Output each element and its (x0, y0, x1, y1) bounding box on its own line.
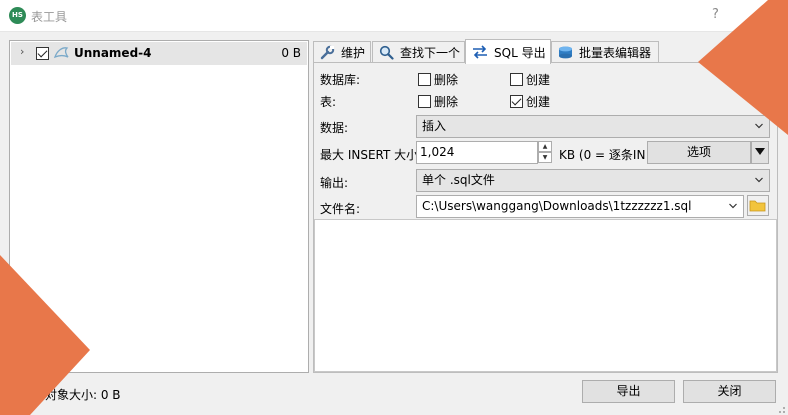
options-dropdown-button[interactable] (751, 141, 769, 164)
max-insert-label: 最大 INSERT 大小 (320, 148, 416, 162)
tab-bulk-table-editor[interactable]: 批量表编辑器 (551, 41, 659, 63)
tree-item-size: 0 B (281, 46, 301, 60)
caret-down-icon (755, 148, 765, 155)
data-label: 数据: (320, 121, 349, 135)
tree-item-checkbox[interactable] (36, 47, 49, 60)
folder-icon (747, 195, 769, 216)
chevron-down-icon (755, 123, 763, 129)
table-label: 表: (320, 95, 337, 109)
chevron-right-icon[interactable]: › (20, 45, 24, 58)
database-drop-checkbox[interactable]: 删除 (418, 71, 458, 88)
checkbox-label: 创建 (526, 95, 551, 109)
checkbox-label: 删除 (434, 73, 459, 87)
close-button[interactable]: 关闭 (683, 380, 776, 403)
output-mode-select[interactable]: 单个 .sql文件 (416, 169, 770, 192)
export-arrows-icon (472, 45, 488, 59)
table-drop-checkbox[interactable]: 删除 (418, 93, 458, 110)
tree-item-label: Unnamed-4 (74, 46, 152, 60)
app-logo-icon: HS (9, 7, 26, 24)
export-button[interactable]: 导出 (582, 380, 675, 403)
output-log-area[interactable] (314, 219, 777, 372)
tab-find-next[interactable]: 查找下一个 (372, 41, 465, 63)
stepper-down-icon[interactable]: ▼ (538, 152, 552, 163)
checkbox-box[interactable] (510, 73, 523, 86)
max-insert-stepper[interactable]: ▲ ▼ (538, 141, 552, 164)
select-value: 单个 .sql文件 (422, 173, 495, 187)
select-value: 插入 (422, 119, 447, 133)
filename-input[interactable]: C:\Users\wanggang\Downloads\1tzzzzzz1.sq… (416, 195, 744, 218)
title-bar: HS 表工具 ? (0, 0, 788, 32)
window-title: 表工具 (31, 10, 68, 24)
tab-label: 维护 (341, 46, 366, 60)
resize-grip-icon[interactable] (776, 403, 786, 413)
checkbox-box[interactable] (510, 95, 523, 108)
magnifier-icon (379, 45, 394, 60)
data-mode-select[interactable]: 插入 (416, 115, 770, 138)
database-create-checkbox[interactable]: 创建 (510, 71, 550, 88)
filename-label: 文件名: (320, 202, 361, 216)
database-label: 数据库: (320, 73, 361, 87)
browse-folder-button[interactable] (747, 195, 769, 219)
stepper-up-icon[interactable]: ▲ (538, 141, 552, 152)
dolphin-connection-icon (53, 45, 71, 64)
options-button[interactable]: 选项 (647, 141, 751, 164)
tree-item-unnamed-4[interactable]: › Unnamed-4 0 B (11, 42, 307, 65)
checkbox-box[interactable] (418, 73, 431, 86)
tab-label: 查找下一个 (400, 46, 461, 60)
tab-maintenance[interactable]: 维护 (313, 41, 371, 63)
object-size-status: 的对象大小: 0 B (33, 388, 121, 402)
tab-label: 批量表编辑器 (579, 46, 652, 60)
tab-sql-export[interactable]: SQL 导出 (465, 39, 551, 64)
help-button[interactable]: ? (712, 7, 719, 22)
checkbox-label: 创建 (526, 73, 551, 87)
output-label: 输出: (320, 176, 349, 190)
tab-label: SQL 导出 (494, 45, 546, 60)
kb-hint-text: KB (0 = 逐条IN (559, 148, 646, 162)
filename-value: C:\Users\wanggang\Downloads\1tzzzzzz1.sq… (422, 199, 692, 213)
object-tree[interactable]: › Unnamed-4 0 B (9, 40, 309, 373)
checkbox-box[interactable] (418, 95, 431, 108)
chevron-down-icon (755, 177, 763, 183)
wrench-icon (320, 45, 335, 60)
table-create-checkbox[interactable]: 创建 (510, 93, 550, 110)
max-insert-size-input[interactable]: 1,024 (416, 141, 538, 164)
checkbox-label: 删除 (434, 95, 459, 109)
database-icon (558, 46, 573, 60)
chevron-down-icon[interactable] (729, 202, 737, 210)
